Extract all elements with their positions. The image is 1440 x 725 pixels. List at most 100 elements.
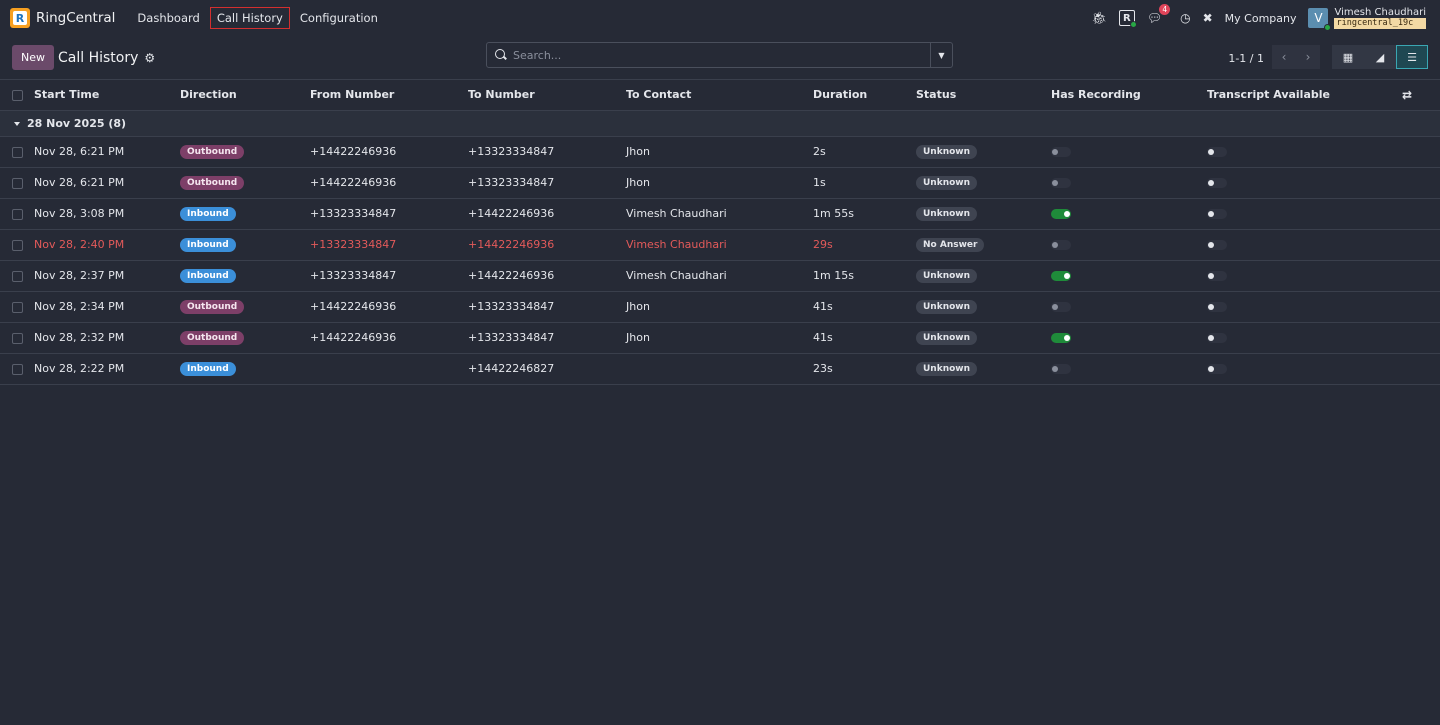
has-recording-toggle[interactable]: [1051, 240, 1071, 250]
bug-icon[interactable]: 🐞︎: [1092, 11, 1107, 25]
table-row[interactable]: Nov 28, 3:08 PM Inbound +13323334847 +14422…: [0, 198, 1440, 229]
systray: 🐞︎ R 💬︎ 4 ◷ ✖ My Company V Vimesh Chaudha…: [1080, 0, 1426, 36]
table-row[interactable]: Nov 28, 2:32 PM Outbound +14422246936 +1332…: [0, 322, 1440, 353]
header-to-number[interactable]: To Number: [468, 80, 626, 110]
list-view-icon[interactable]: ☰: [1396, 45, 1428, 69]
header-has-recording[interactable]: Has Recording: [1051, 80, 1207, 110]
cell-to-contact: Vimesh Chaudhari: [626, 238, 727, 251]
transcript-available-toggle[interactable]: [1207, 333, 1227, 343]
has-recording-toggle[interactable]: [1051, 271, 1071, 281]
direction-badge: Inbound: [180, 362, 236, 376]
database-name: ringcentral_19c: [1334, 18, 1426, 29]
nav-configuration[interactable]: Configuration: [294, 8, 384, 28]
row-checkbox[interactable]: [12, 363, 23, 375]
app-brand[interactable]: RingCentral: [36, 10, 115, 26]
company-switcher[interactable]: My Company: [1225, 12, 1297, 25]
gear-icon[interactable]: ⚙: [144, 51, 155, 65]
cell-from-number: +14422246936: [310, 145, 397, 158]
cell-start-time: Nov 28, 2:37 PM: [34, 269, 125, 282]
ringcentral-logo[interactable]: R: [10, 8, 30, 28]
row-checkbox[interactable]: [12, 332, 23, 344]
group-row[interactable]: 28 Nov 2025 (8): [0, 110, 1440, 136]
search-icon: [495, 49, 507, 61]
cell-start-time: Nov 28, 6:21 PM: [34, 145, 125, 158]
pager-value[interactable]: 1-1 / 1: [1228, 36, 1264, 80]
header-duration[interactable]: Duration: [813, 80, 916, 110]
status-badge: Unknown: [916, 269, 978, 283]
transcript-available-toggle[interactable]: [1207, 209, 1227, 219]
direction-badge: Inbound: [180, 238, 236, 252]
online-indicator: [1129, 21, 1137, 28]
nav-call-history[interactable]: Call History: [209, 7, 290, 29]
cell-duration: 29s: [813, 238, 833, 251]
transcript-available-toggle[interactable]: [1207, 364, 1227, 374]
cell-to-number: +13323334847: [468, 176, 555, 189]
new-button[interactable]: New: [12, 45, 54, 70]
avatar[interactable]: V: [1308, 8, 1332, 31]
pivot-view-icon[interactable]: ▦: [1332, 45, 1364, 69]
nav-dashboard[interactable]: Dashboard: [131, 8, 205, 28]
graph-view-icon[interactable]: ◢: [1364, 45, 1396, 69]
row-checkbox[interactable]: [12, 270, 23, 282]
search-options-toggle[interactable]: ▼: [930, 43, 952, 67]
pager-previous-button[interactable]: ‹: [1272, 45, 1296, 69]
row-checkbox[interactable]: [12, 301, 23, 313]
transcript-available-toggle[interactable]: [1207, 178, 1227, 188]
cell-duration: 23s: [813, 362, 833, 375]
table-row[interactable]: Nov 28, 2:40 PM Inbound +13323334847 +14422…: [0, 229, 1440, 260]
cell-from-number: +13323334847: [310, 269, 397, 282]
table-row[interactable]: Nov 28, 2:34 PM Outbound +14422246936 +1332…: [0, 291, 1440, 322]
has-recording-toggle[interactable]: [1051, 178, 1071, 188]
cell-start-time: Nov 28, 2:22 PM: [34, 362, 125, 375]
chat-icon[interactable]: 💬︎ 4: [1147, 4, 1171, 25]
tools-icon[interactable]: ✖: [1203, 11, 1213, 25]
status-badge: No Answer: [916, 238, 985, 252]
direction-badge: Outbound: [180, 300, 245, 314]
cell-to-contact: Jhon: [626, 176, 650, 189]
table-row[interactable]: Nov 28, 6:21 PM Outbound +14422246936 +1332…: [0, 167, 1440, 198]
header-status[interactable]: Status: [916, 80, 1051, 110]
cell-duration: 41s: [813, 300, 833, 313]
ringcentral-status-icon[interactable]: R: [1118, 10, 1137, 28]
has-recording-toggle[interactable]: [1051, 209, 1071, 219]
column-adjust-icon[interactable]: ⇄: [1402, 88, 1412, 102]
row-checkbox[interactable]: [12, 239, 23, 251]
search-input[interactable]: [513, 48, 930, 62]
clock-icon[interactable]: ◷: [1180, 11, 1190, 25]
table-row[interactable]: Nov 28, 2:22 PM Inbound +14422246827 23s Unk…: [0, 353, 1440, 384]
header-transcript-available[interactable]: Transcript Available: [1207, 80, 1402, 110]
has-recording-toggle[interactable]: [1051, 364, 1071, 374]
cell-to-contact: Vimesh Chaudhari: [626, 269, 727, 282]
table-row[interactable]: Nov 28, 6:21 PM Outbound +14422246936 +1332…: [0, 136, 1440, 167]
cell-duration: 1s: [813, 176, 826, 189]
has-recording-toggle[interactable]: [1051, 302, 1071, 312]
transcript-available-toggle[interactable]: [1207, 302, 1227, 312]
pager-buttons: ‹ ›: [1272, 45, 1320, 69]
select-all-checkbox[interactable]: [12, 89, 23, 101]
header-from-number[interactable]: From Number: [310, 80, 468, 110]
table-row[interactable]: Nov 28, 2:37 PM Inbound +13323334847 +14422…: [0, 260, 1440, 291]
transcript-available-toggle[interactable]: [1207, 271, 1227, 281]
cell-to-contact: [626, 353, 813, 384]
header-direction[interactable]: Direction: [180, 80, 310, 110]
cell-to-contact: Jhon: [626, 331, 650, 344]
user-menu[interactable]: Vimesh Chaudhari ringcentral_19c: [1334, 7, 1426, 29]
transcript-available-toggle[interactable]: [1207, 240, 1227, 250]
cell-start-time: Nov 28, 6:21 PM: [34, 176, 125, 189]
header-to-contact[interactable]: To Contact: [626, 80, 813, 110]
row-checkbox[interactable]: [12, 146, 23, 158]
has-recording-toggle[interactable]: [1051, 333, 1071, 343]
transcript-available-toggle[interactable]: [1207, 147, 1227, 157]
cell-to-contact: Vimesh Chaudhari: [626, 207, 727, 220]
row-checkbox[interactable]: [12, 177, 23, 189]
direction-badge: Inbound: [180, 207, 236, 221]
cell-from-number: +14422246936: [310, 300, 397, 313]
cell-from-number: +14422246936: [310, 331, 397, 344]
header-start-time[interactable]: Start Time: [34, 80, 180, 110]
pager-next-button[interactable]: ›: [1296, 45, 1320, 69]
table-header-row: Start Time Direction From Number To Numb…: [0, 80, 1440, 110]
cell-duration: 41s: [813, 331, 833, 344]
has-recording-toggle[interactable]: [1051, 147, 1071, 157]
cell-to-number: +14422246827: [468, 362, 555, 375]
row-checkbox[interactable]: [12, 208, 23, 220]
